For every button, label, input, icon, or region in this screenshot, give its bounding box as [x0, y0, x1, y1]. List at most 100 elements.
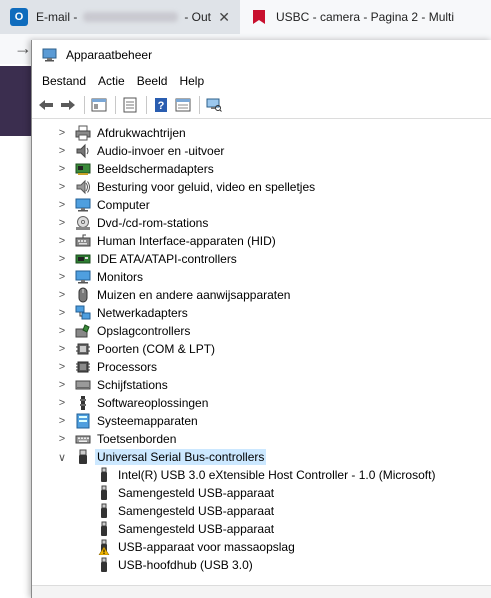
tree-category-network[interactable]: > Netwerkadapters: [56, 304, 190, 322]
tree-category-disk-drives[interactable]: > Schijfstations: [56, 376, 170, 394]
tree-category-ports[interactable]: > Poorten (COM & LPT): [56, 340, 217, 358]
tree-device-composite-usb[interactable]: Samengesteld USB-apparaat: [96, 502, 276, 520]
browser-tab-strip: O E-mail - - Out ✕ USBC - camera - Pagin…: [0, 0, 491, 34]
chevron-right-icon[interactable]: >: [56, 145, 68, 157]
chevron-right-icon[interactable]: >: [56, 361, 68, 373]
tree-category-printers[interactable]: > Afdrukwachtrijen: [56, 124, 188, 142]
toolbar-separator: [84, 96, 85, 114]
chevron-right-icon[interactable]: >: [56, 289, 68, 301]
tree-device-usb-mass-storage[interactable]: USB-apparaat voor massaopslag: [96, 538, 297, 556]
redacted-email-address: [83, 12, 179, 22]
chevron-right-icon[interactable]: >: [56, 253, 68, 265]
tree-category-processors[interactable]: > Processors: [56, 358, 159, 376]
usb-device-icon: [96, 557, 112, 573]
toolbar: ?: [32, 92, 491, 119]
tree-device-label: Samengesteld USB-apparaat: [118, 522, 275, 536]
chevron-right-icon[interactable]: >: [56, 271, 68, 283]
tree-category-hid[interactable]: > Human Interface-apparaten (HID): [56, 232, 278, 250]
forward-arrow-icon[interactable]: [58, 95, 78, 115]
chevron-right-icon[interactable]: >: [56, 163, 68, 175]
tree-category-label: Besturing voor geluid, video en spelletj…: [97, 180, 316, 194]
chevron-right-icon[interactable]: >: [56, 217, 68, 229]
browser-tab-email[interactable]: O E-mail - - Out ✕: [0, 0, 240, 34]
toolbar-separator: [146, 96, 147, 114]
usb-device-icon: [96, 503, 112, 519]
tree-category-label: Systeemapparaten: [97, 414, 198, 428]
port-icon: [75, 341, 91, 357]
back-arrow-icon[interactable]: [36, 95, 56, 115]
tree-device-usb-host-controller[interactable]: Intel(R) USB 3.0 eXtensible Host Control…: [96, 466, 437, 484]
tree-category-label: Audio-invoer en -uitvoer: [97, 144, 225, 158]
chevron-right-icon[interactable]: >: [56, 235, 68, 247]
menu-bar: Bestand Actie Beeld Help: [32, 70, 491, 92]
usb-device-icon: [96, 521, 112, 537]
tree-category-label: Poorten (COM & LPT): [97, 342, 216, 356]
tree-category-ide[interactable]: > IDE ATA/ATAPI-controllers: [56, 250, 239, 268]
monitor-icon: [75, 269, 91, 285]
processor-icon: [75, 359, 91, 375]
properties-pane-icon[interactable]: [89, 95, 109, 115]
menu-beeld[interactable]: Beeld: [131, 74, 174, 88]
chevron-right-icon[interactable]: >: [56, 397, 68, 409]
chevron-right-icon[interactable]: >: [56, 325, 68, 337]
menu-bestand[interactable]: Bestand: [36, 74, 92, 88]
scan-hardware-icon[interactable]: [204, 95, 224, 115]
tree-category-mice[interactable]: > Muizen en andere aanwijsapparaten: [56, 286, 292, 304]
chevron-right-icon[interactable]: >: [56, 199, 68, 211]
sound-icon: [75, 179, 91, 195]
tree-category-sound-video[interactable]: > Besturing voor geluid, video en spelle…: [56, 178, 317, 196]
chevron-down-icon[interactable]: ∨: [56, 451, 68, 464]
chevron-right-icon[interactable]: >: [56, 433, 68, 445]
tree-category-computer[interactable]: > Computer: [56, 196, 152, 214]
back-arrow-icon[interactable]: →: [14, 38, 32, 59]
tree-device-label: USB-apparaat voor massaopslag: [118, 540, 295, 554]
tree-category-audio[interactable]: > Audio-invoer en -uitvoer: [56, 142, 226, 160]
tree-category-label: Schijfstations: [97, 378, 168, 392]
tree-category-label: Softwareoplossingen: [97, 396, 209, 410]
background-banner: [0, 66, 32, 136]
tree-category-system-devices[interactable]: > Systeemapparaten: [56, 412, 200, 430]
tree-category-dvd[interactable]: > Dvd-/cd-rom-stations: [56, 214, 210, 232]
menu-help[interactable]: Help: [173, 74, 210, 88]
tree-category-label: Afdrukwachtrijen: [97, 126, 186, 140]
device-manager-icon: [42, 48, 58, 62]
chevron-right-icon[interactable]: >: [56, 379, 68, 391]
chevron-right-icon[interactable]: >: [56, 127, 68, 139]
tree-category-label: Processors: [97, 360, 158, 374]
title-bar[interactable]: Apparaatbeheer: [32, 40, 491, 70]
tree-category-label: Beeldschermadapters: [97, 162, 214, 176]
tree-category-display-adapters[interactable]: > Beeldschermadapters: [56, 160, 216, 178]
tree-category-storage-controllers[interactable]: > Opslagcontrollers: [56, 322, 192, 340]
status-bar: [32, 585, 491, 598]
tree-category-label: Muizen en andere aanwijsapparaten: [97, 288, 291, 302]
browser-tab-email-title-start: E-mail -: [36, 10, 78, 24]
outlook-icon: O: [10, 8, 28, 26]
tree-category-usb[interactable]: ∨ Universal Serial Bus-controllers: [56, 448, 267, 466]
tree-category-label: Toetsenborden: [97, 432, 177, 446]
tree-device-label: Intel(R) USB 3.0 eXtensible Host Control…: [118, 468, 436, 482]
usb-device-icon: [96, 485, 112, 501]
view-icon[interactable]: [173, 95, 193, 115]
tree-category-keyboards[interactable]: > Toetsenborden: [56, 430, 178, 448]
chevron-right-icon[interactable]: >: [56, 307, 68, 319]
browser-content-edge: [0, 64, 32, 598]
chevron-right-icon[interactable]: >: [56, 181, 68, 193]
tree-device-usb-root-hub[interactable]: USB-hoofdhub (USB 3.0): [96, 556, 255, 574]
tree-category-label: Computer: [97, 198, 150, 212]
menu-actie[interactable]: Actie: [92, 74, 131, 88]
close-icon[interactable]: ✕: [218, 9, 230, 26]
tree-category-software[interactable]: > Softwareoplossingen: [56, 394, 210, 412]
tree-category-monitors[interactable]: > Monitors: [56, 268, 145, 286]
tree-device-label: USB-hoofdhub (USB 3.0): [118, 558, 253, 572]
help-icon[interactable]: ?: [151, 95, 171, 115]
system-icon: [75, 413, 91, 429]
browser-tab-usbc[interactable]: USBC - camera - Pagina 2 - Multi: [240, 0, 491, 34]
speaker-icon: [75, 143, 91, 159]
properties-icon[interactable]: [120, 95, 140, 115]
chevron-right-icon[interactable]: >: [56, 415, 68, 427]
browser-tab-usbc-title: USBC - camera - Pagina 2 - Multi: [276, 10, 455, 24]
tree-device-composite-usb[interactable]: Samengesteld USB-apparaat: [96, 484, 276, 502]
keyboard-icon: [75, 431, 91, 447]
tree-device-composite-usb[interactable]: Samengesteld USB-apparaat: [96, 520, 276, 538]
chevron-right-icon[interactable]: >: [56, 343, 68, 355]
